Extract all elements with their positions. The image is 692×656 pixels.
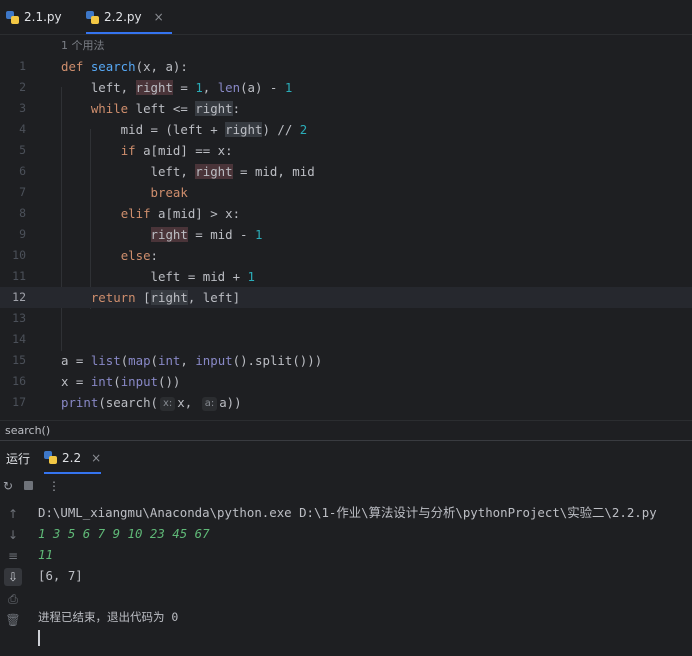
code-text: a = list(map(int, input().split())) [61,353,323,368]
tab-2-1-py[interactable]: 2.1.py [6,0,62,34]
line-number: 6 [19,164,26,178]
usage-hint[interactable]: 1 个用法 [61,37,105,53]
code-line-current[interactable]: 12 return [right, left] [0,287,692,308]
line-number: 1 [19,59,26,73]
python-file-icon [6,10,19,24]
line-number: 16 [12,374,26,388]
stop-icon[interactable] [20,478,36,494]
code-text: left, right = 1, len(a) - 1 [61,80,293,95]
param-hint: x: [160,397,176,411]
code-line[interactable]: 13 [0,308,692,329]
code-editor[interactable]: 1 个用法 1 def search(x, a): 2 left, right … [0,35,692,420]
arrow-up-icon[interactable]: ↑ [4,505,22,523]
code-line[interactable]: 2 left, right = 1, len(a) - 1 [0,77,692,98]
code-line[interactable]: 10 else: [0,245,692,266]
code-line[interactable]: 8 elif a[mid] > x: [0,203,692,224]
line-number: 8 [19,206,26,220]
text-cursor [38,630,40,646]
code-text: print(search(x: x, a: a)) [61,395,242,411]
code-line[interactable]: 9 right = mid - 1 [0,224,692,245]
line-number: 2 [19,80,26,94]
run-panel-title: 运行 [6,452,31,466]
code-line[interactable]: 7 break [0,182,692,203]
code-line[interactable]: 1 def search(x, a): [0,56,692,77]
line-number: 13 [12,311,26,325]
tab-label: 2.1.py [24,10,62,24]
line-number: 7 [19,185,26,199]
soft-wrap-icon[interactable]: ≡ [4,547,22,565]
code-line[interactable]: 16 x = int(input()) [0,371,692,392]
console-user-input: 1 3 5 6 7 9 10 23 45 67 [38,526,210,541]
code-line[interactable]: 3 while left <= right: [0,98,692,119]
arrow-down-icon[interactable]: ↓ [4,526,22,544]
line-number: 9 [19,227,26,241]
code-line[interactable]: 17 print(search(x: x, a: a)) [0,392,692,413]
rerun-icon[interactable]: ↻ [0,478,16,494]
line-number: 10 [12,248,26,262]
close-icon[interactable]: × [91,451,101,465]
code-text: elif a[mid] > x: [120,206,241,221]
line-number: 14 [12,332,26,346]
line-number: 15 [12,353,26,367]
line-number: 17 [12,395,26,409]
code-text: break [150,185,188,200]
code-text: mid = (left + right) // 2 [61,122,308,137]
code-line[interactable]: 4 mid = (left + right) // 2 [0,119,692,140]
line-number: 12 [12,290,26,304]
run-tab[interactable]: 2.2 × [44,441,102,474]
code-line[interactable]: 11 left = mid + 1 [0,266,692,287]
tab-2-2-py[interactable]: 2.2.py × [86,0,172,34]
editor-tab-bar: 2.1.py 2.2.py × [0,0,692,35]
run-panel-header: 运行 2.2 × [0,440,692,474]
code-text: else: [120,248,158,263]
run-toolbar: ↻ ⋮ [0,474,692,500]
code-line[interactable]: 15 a = list(map(int, input().split())) [0,350,692,371]
breadcrumb-item[interactable]: search() [5,424,50,437]
console-exit-message: 进程已结束，退出代码为 0 [38,610,179,624]
trash-icon[interactable]: 🗑 [4,611,22,629]
code-text: while left <= right: [90,101,241,116]
line-number: 3 [19,101,26,115]
more-icon[interactable]: ⋮ [46,478,62,494]
line-number: 4 [19,122,26,136]
code-text: left = mid + 1 [61,269,255,284]
code-line[interactable]: 14 [0,329,692,350]
code-text: return [right, left] [90,290,241,305]
run-tab-label: 2.2 [62,450,82,465]
code-text: if a[mid] == x: [120,143,233,158]
code-line[interactable]: 6 left, right = mid, mid [0,161,692,182]
line-number: 5 [19,143,26,157]
run-console[interactable]: D:\UML_xiangmu\Anaconda\python.exe D:\1-… [38,501,688,656]
console-user-input: 11 [38,547,53,562]
code-text: x = int(input()) [61,374,181,389]
line-number: 11 [12,269,26,283]
code-line[interactable]: 5 if a[mid] == x: [0,140,692,161]
tab-label: 2.2.py [104,10,142,24]
print-icon[interactable]: ⎙ [4,590,22,608]
close-icon[interactable]: × [154,10,164,24]
param-hint: a: [201,397,218,411]
code-text: right = mid - 1 [150,227,263,242]
console-output: [6, 7] [38,568,83,583]
code-text: def search(x, a): [61,59,188,74]
python-file-icon [86,10,99,24]
python-run-icon [44,451,57,464]
breadcrumb[interactable]: search() [0,420,692,440]
console-command: D:\UML_xiangmu\Anaconda\python.exe D:\1-… [38,505,657,520]
code-text: left, right = mid, mid [61,164,315,179]
console-side-toolbar: ↑ ↓ ≡ ⇩ ⎙ 🗑 [0,501,26,656]
scroll-to-end-icon[interactable]: ⇩ [4,568,22,586]
